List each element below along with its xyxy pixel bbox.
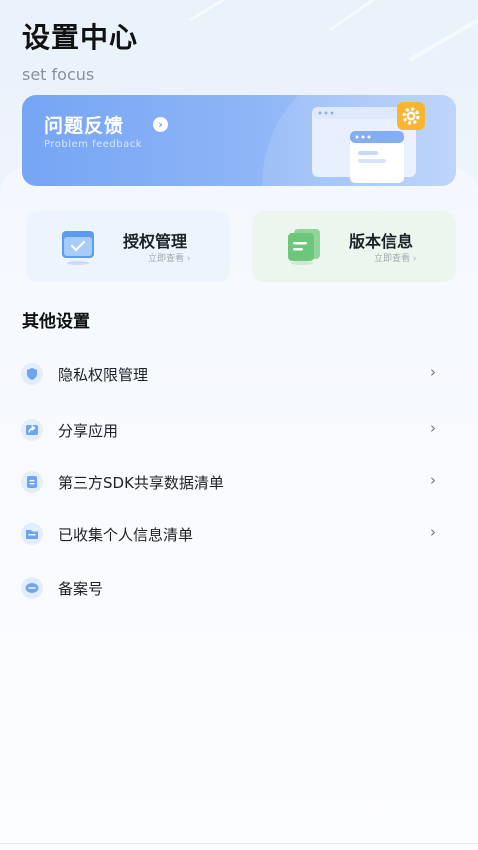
auth-view-hint: 立即查看 › [148,254,191,264]
page-subtitle: set focus [22,65,95,84]
gear-icon [397,102,425,130]
feedback-banner[interactable]: 问题反馈 › Problem feedback [22,95,456,186]
chevron-right-icon: › [430,471,436,489]
clipboard-check-icon [62,231,94,265]
list-icon [21,471,43,493]
version-info-card[interactable]: 版本信息 立即查看 › [252,211,456,282]
chevron-right-icon: › [430,419,436,437]
personal-info-label: 已收集个人信息清单 [58,526,194,544]
document-icon [288,229,320,265]
list-item-share[interactable]: 分享应用 › [0,410,478,450]
auth-management-card[interactable]: 授权管理 立即查看 › [26,211,230,282]
share-icon [21,419,43,441]
privacy-label: 隐私权限管理 [58,366,149,384]
feedback-title: 问题反馈 [44,115,125,137]
sdk-list-label: 第三方SDK共享数据清单 [58,474,224,492]
other-settings-title: 其他设置 [22,312,90,332]
chevron-right-icon: › [430,363,436,381]
bottom-divider [0,843,478,844]
record-number-label: 备案号 [58,580,104,598]
folder-icon [21,523,43,545]
version-view-hint: 立即查看 › [374,254,417,264]
list-item-personal-info[interactable]: 已收集个人信息清单 › [0,514,478,554]
list-item-record-number[interactable]: 备案号 [0,568,478,608]
version-info-label: 版本信息 [349,232,414,251]
shield-icon [21,363,43,385]
share-label: 分享应用 [58,422,119,440]
auth-management-label: 授权管理 [123,232,188,251]
list-item-sdk-list[interactable]: 第三方SDK共享数据清单 › [0,462,478,502]
record-icon [21,577,43,599]
feedback-subtitle: Problem feedback [44,139,142,150]
list-item-privacy[interactable]: 隐私权限管理 › [0,354,478,394]
chevron-right-icon: › [430,523,436,541]
page-title: 设置中心 [22,21,139,54]
arrow-right-icon: › [153,117,168,132]
